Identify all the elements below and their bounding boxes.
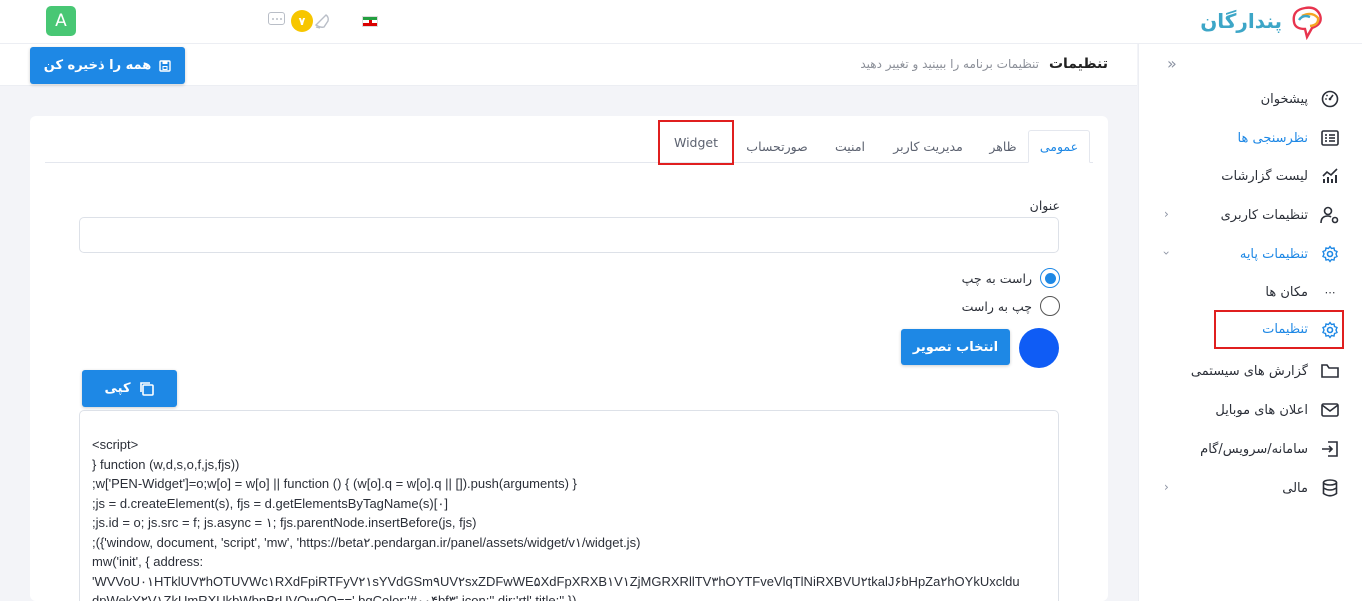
sidebar-item-label: پیشخوان — [1260, 91, 1308, 107]
dashboard-icon — [1318, 87, 1342, 111]
sidebar-item-label: سامانه/سرویس/گام — [1200, 441, 1308, 457]
sidebar-item-label: تنظیمات — [1262, 322, 1308, 337]
code-line: ;w['PEN-Widget']=o;w[o] = w[o] || functi… — [92, 476, 577, 491]
logo: پندارگان — [1200, 2, 1326, 40]
copy-icon — [139, 381, 154, 396]
sidebar: » پیشخوان نظرسنجی ها لیست گزارشات تنظیما… — [1138, 44, 1362, 601]
code-line: dpWekY۲V۱ZkUmRXUkbWbnBrUVQwOQ==',bgColor… — [92, 593, 577, 601]
chart-icon — [1318, 164, 1342, 188]
folder-icon — [1318, 359, 1342, 383]
settings-tabs: عمومی ظاهر مدیریت کاربر امنیت صورتحساب W… — [45, 120, 1093, 165]
chevron-up-icon: ‹ — [1159, 250, 1174, 256]
page-title: تنظیمات — [1048, 56, 1108, 72]
widget-code-box[interactable]: <script> } function (w,d,s,o,f,js,fjs)) … — [79, 410, 1059, 601]
code-line: 'WVVoU۰۱HTklUV۳hOTUVWc۱RXdFpiRTFyV۲۱sYVd… — [92, 573, 1020, 589]
settings-card: عمومی ظاهر مدیریت کاربر امنیت صورتحساب W… — [30, 116, 1108, 601]
sidebar-item-label: تنظیمات پایه — [1239, 246, 1308, 262]
copy-label: کپی — [104, 381, 131, 396]
choose-image-button[interactable]: انتخاب تصویر — [901, 329, 1010, 365]
mail-icon — [1318, 398, 1342, 422]
save-icon — [159, 59, 171, 72]
code-line: <script> — [92, 437, 139, 452]
radio-rtl[interactable]: راست به چپ — [962, 268, 1060, 288]
save-all-button[interactable]: همه را ذخیره کن — [30, 47, 185, 84]
tab-security[interactable]: امنیت — [832, 130, 868, 163]
chevron-left-icon: ‹ — [1164, 207, 1169, 221]
page-subtitle: تنظیمات برنامه را ببینید و تغییر دهید — [860, 57, 1039, 71]
sidebar-item-reports[interactable]: لیست گزارشات — [1138, 161, 1362, 191]
chat-icon[interactable] — [268, 12, 285, 25]
tab-appearance[interactable]: ظاهر — [988, 130, 1018, 163]
sidebar-item-settings[interactable]: تنظیمات — [1214, 310, 1344, 349]
title-label: عنوان — [1029, 198, 1060, 213]
sidebar-item-label: گزارش های سیستمی — [1190, 363, 1308, 379]
title-input[interactable] — [79, 217, 1059, 253]
sidebar-item-system-reports[interactable]: گزارش های سیستمی — [1138, 356, 1362, 386]
logo-text: پندارگان — [1200, 9, 1282, 33]
save-all-label: همه را ذخیره کن — [43, 58, 152, 73]
tab-billing[interactable]: صورتحساب — [745, 130, 809, 163]
tab-widget[interactable]: Widget — [658, 120, 734, 165]
sidebar-item-finance[interactable]: مالی ‹ — [1138, 473, 1362, 503]
sidebar-item-label: اعلان های موبایل — [1215, 402, 1308, 418]
bell-icon[interactable] — [312, 11, 332, 31]
radio-ltr[interactable]: چپ به راست — [962, 296, 1060, 316]
collapse-sidebar-icon[interactable]: » — [1167, 54, 1177, 73]
top-bar: A ۷ پندارگان — [0, 0, 1362, 44]
sidebar-item-service-step[interactable]: سامانه/سرویس/گام — [1138, 434, 1362, 464]
radio-rtl-label: راست به چپ — [961, 270, 1032, 286]
sidebar-item-places[interactable]: ⋯ مکان ها — [1138, 277, 1362, 307]
login-icon — [1318, 437, 1342, 461]
sub-header: همه را ذخیره کن تنظیمات تنظیمات برنامه ر… — [0, 44, 1137, 86]
gear-icon — [1318, 318, 1342, 342]
sidebar-item-label: تنظیمات کاربری — [1220, 207, 1308, 223]
code-line: } function (w,d,s,o,f,js,fjs)) — [92, 456, 240, 472]
user-settings-icon — [1318, 203, 1342, 227]
code-line: ;js.id = o; js.src = f; js.async = ۱; fj… — [92, 515, 477, 530]
sidebar-item-base-settings[interactable]: تنظیمات پایه ‹ — [1138, 239, 1362, 269]
code-line: ;js = d.createElement(s), fjs = d.getEle… — [92, 495, 448, 511]
code-line: mw('init', { address: — [92, 554, 204, 569]
sidebar-item-dashboard[interactable]: پیشخوان — [1138, 84, 1362, 114]
tab-general[interactable]: عمومی — [1028, 130, 1090, 163]
radio-ltr-label: چپ به راست — [961, 298, 1032, 314]
sidebar-item-label: لیست گزارشات — [1221, 168, 1308, 184]
sidebar-item-label: نظرسنجی ها — [1237, 130, 1308, 146]
avatar[interactable]: A — [46, 6, 76, 36]
sidebar-item-label: مکان ها — [1265, 284, 1308, 300]
radio-button[interactable] — [1040, 268, 1060, 288]
widget-color-swatch[interactable] — [1019, 328, 1059, 368]
dots-icon: ⋯ — [1324, 285, 1336, 299]
radio-button[interactable] — [1040, 296, 1060, 316]
iran-flag-icon[interactable] — [362, 16, 378, 27]
sidebar-item-mobile-notifications[interactable]: اعلان های موبایل — [1138, 395, 1362, 425]
logo-icon — [1292, 6, 1322, 40]
sidebar-item-surveys[interactable]: نظرسنجی ها — [1138, 123, 1362, 153]
sidebar-item-user-settings[interactable]: تنظیمات کاربری ‹ — [1138, 200, 1362, 230]
copy-button[interactable]: کپی — [82, 370, 177, 407]
notification-badge[interactable]: ۷ — [291, 10, 313, 32]
database-icon — [1318, 476, 1342, 500]
sidebar-item-label: مالی — [1282, 480, 1308, 496]
tab-user-management[interactable]: مدیریت کاربر — [893, 130, 963, 163]
gear-icon — [1318, 242, 1342, 266]
chevron-left-icon: ‹ — [1164, 480, 1169, 494]
list-icon — [1318, 126, 1342, 150]
code-line: ;({'window, document, 'script', 'mw', 'h… — [92, 534, 641, 550]
